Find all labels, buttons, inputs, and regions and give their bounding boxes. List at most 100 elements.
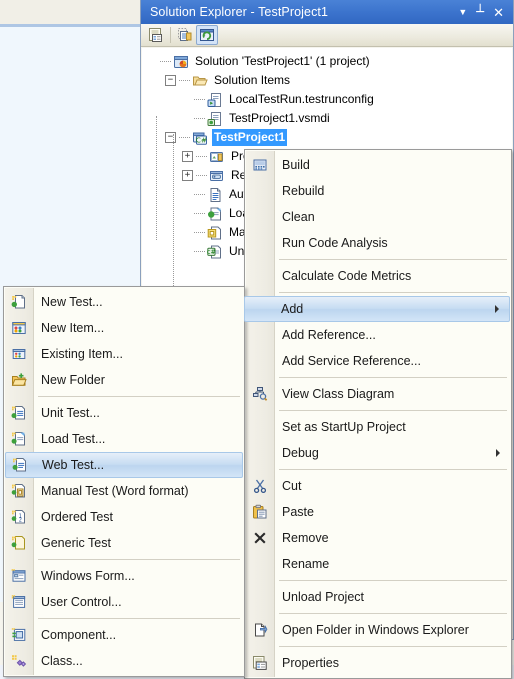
- manual-test-icon: [5, 483, 33, 499]
- collapse-icon[interactable]: −: [165, 75, 176, 86]
- new-test-icon: [5, 294, 33, 310]
- menu-item-label: Class...: [41, 654, 83, 668]
- menu-item-label: New Test...: [41, 295, 103, 309]
- properties-icon[interactable]: [145, 25, 167, 45]
- tree-expander-empty: [182, 228, 191, 237]
- cut-icon: [246, 478, 274, 494]
- refresh-icon[interactable]: [196, 25, 218, 45]
- solution-icon: [174, 55, 188, 68]
- menu-item-new-test[interactable]: New Test...: [5, 289, 243, 315]
- show-all-files-icon[interactable]: [174, 25, 196, 45]
- menu-item-label: New Item...: [41, 321, 105, 335]
- expand-icon[interactable]: +: [182, 170, 193, 181]
- menu-item-label: View Class Diagram: [282, 387, 395, 401]
- project-context-menu[interactable]: Build Rebuild Clean Run Code Analysis Calcul…: [244, 149, 512, 679]
- menu-item-unit-test[interactable]: Unit Test...: [5, 400, 243, 426]
- vsmdi-icon: [207, 111, 221, 126]
- class-diagram-icon: [246, 386, 274, 402]
- load-test-icon: [5, 431, 33, 447]
- manualtest-icon: [207, 226, 221, 239]
- svg-text:c#: c#: [207, 248, 216, 256]
- menu-item-label: Properties: [282, 656, 339, 670]
- tree-node-label: TestProject1: [212, 129, 288, 146]
- menu-item-calculate-code-metrics[interactable]: Calculate Code Metrics: [246, 263, 510, 289]
- menu-item-label: Unload Project: [282, 590, 364, 604]
- menu-item-rebuild[interactable]: Rebuild: [246, 178, 510, 204]
- menu-item-remove[interactable]: Remove: [246, 525, 510, 551]
- new-item-icon: [5, 320, 33, 336]
- menu-separator: [279, 292, 507, 293]
- auto-hide-pin-icon[interactable]: ┴: [476, 6, 484, 19]
- menu-item-clean[interactable]: Clean: [246, 204, 510, 230]
- tree-expander-empty: [182, 247, 191, 256]
- menu-item-existing-item[interactable]: Existing Item...: [5, 341, 243, 367]
- menu-item-user-control[interactable]: User Control...: [5, 589, 243, 615]
- menu-item-build[interactable]: Build: [246, 152, 510, 178]
- svg-text:2: 2: [19, 518, 22, 524]
- menu-item-open-folder-in-windows-explorer[interactable]: Open Folder in Windows Explorer: [246, 617, 510, 643]
- menu-item-debug[interactable]: Debug: [246, 440, 510, 466]
- expand-icon[interactable]: +: [182, 151, 193, 162]
- menu-separator: [38, 559, 240, 560]
- testrunconfig-icon: [207, 92, 221, 107]
- tree-connector: [194, 98, 205, 101]
- menu-item-label: Clean: [282, 210, 315, 224]
- menu-item-manual-test-word-format[interactable]: Manual Test (Word format): [5, 478, 243, 504]
- menu-item-rename[interactable]: Rename: [246, 551, 510, 577]
- menu-item-cut[interactable]: Cut: [246, 473, 510, 499]
- menu-item-label: Manual Test (Word format): [41, 484, 189, 498]
- generic-test-icon: [5, 535, 33, 551]
- menu-item-unload-project[interactable]: Unload Project: [246, 584, 510, 610]
- menu-item-new-item[interactable]: New Item...: [5, 315, 243, 341]
- menu-item-label: Add: [281, 302, 304, 316]
- menu-item-properties[interactable]: Properties: [246, 650, 510, 676]
- menu-item-label: Remove: [282, 531, 329, 545]
- menu-item-label: Existing Item...: [41, 347, 123, 361]
- menu-item-label: Debug: [282, 446, 319, 460]
- solution-explorer-toolbar: [141, 24, 513, 47]
- menu-item-web-test[interactable]: Web Test...: [5, 452, 243, 478]
- close-icon[interactable]: ✕: [493, 6, 504, 19]
- menu-item-load-test[interactable]: Load Test...: [5, 426, 243, 452]
- chevron-down-icon[interactable]: ▼: [458, 7, 467, 17]
- tree-node[interactable]: − Solution Items: [142, 71, 512, 90]
- menu-item-component[interactable]: Component...: [5, 622, 243, 648]
- menu-item-generic-test[interactable]: Generic Test: [5, 530, 243, 556]
- menu-item-add[interactable]: Add: [244, 296, 510, 322]
- menu-item-label: Build: [282, 158, 310, 172]
- menu-item-ordered-test[interactable]: 1 2 Ordered Test: [5, 504, 243, 530]
- menu-item-paste[interactable]: Paste: [246, 499, 510, 525]
- menu-separator: [279, 646, 507, 647]
- menu-item-class[interactable]: Class...: [5, 648, 243, 674]
- project-context-menu-items: Build Rebuild Clean Run Code Analysis Calcul…: [244, 152, 511, 676]
- tree-node[interactable]: − C# TestProject1: [142, 128, 512, 147]
- menu-item-label: Set as StartUp Project: [282, 420, 406, 434]
- menu-item-label: Web Test...: [42, 458, 105, 472]
- menu-item-add-reference[interactable]: Add Reference...: [246, 322, 510, 348]
- class-icon: [5, 653, 33, 669]
- tree-expander-empty: [182, 209, 191, 218]
- tree-connector: [194, 117, 205, 120]
- menu-item-view-class-diagram[interactable]: View Class Diagram: [246, 381, 510, 407]
- menu-item-add-service-reference[interactable]: Add Service Reference...: [246, 348, 510, 374]
- window-title: Solution Explorer - TestProject1: [150, 5, 329, 19]
- component-icon: [5, 627, 33, 643]
- menu-item-set-as-startup-project[interactable]: Set as StartUp Project: [246, 414, 510, 440]
- add-submenu[interactable]: New Test... New Item... Existing Item... Ne…: [3, 286, 245, 677]
- tree-connector-line: [156, 116, 157, 240]
- tree-node[interactable]: Solution 'TestProject1' (1 project): [142, 52, 512, 71]
- menu-item-windows-form[interactable]: Windows Form...: [5, 563, 243, 589]
- tree-node[interactable]: TestProject1.vsmdi: [142, 109, 512, 128]
- svg-text:C#: C#: [196, 135, 207, 144]
- menu-item-new-folder[interactable]: New Folder: [5, 367, 243, 393]
- menu-item-label: Ordered Test: [41, 510, 114, 524]
- build-icon: [246, 157, 274, 173]
- collapse-icon[interactable]: −: [165, 132, 176, 143]
- existing-item-icon: [5, 346, 33, 362]
- tree-node[interactable]: LocalTestRun.testrunconfig: [142, 90, 512, 109]
- menu-item-label: Run Code Analysis: [282, 236, 388, 250]
- new-folder-icon: [5, 372, 33, 388]
- menu-item-run-code-analysis[interactable]: Run Code Analysis: [246, 230, 510, 256]
- menu-separator: [279, 613, 507, 614]
- paste-icon: [246, 504, 274, 520]
